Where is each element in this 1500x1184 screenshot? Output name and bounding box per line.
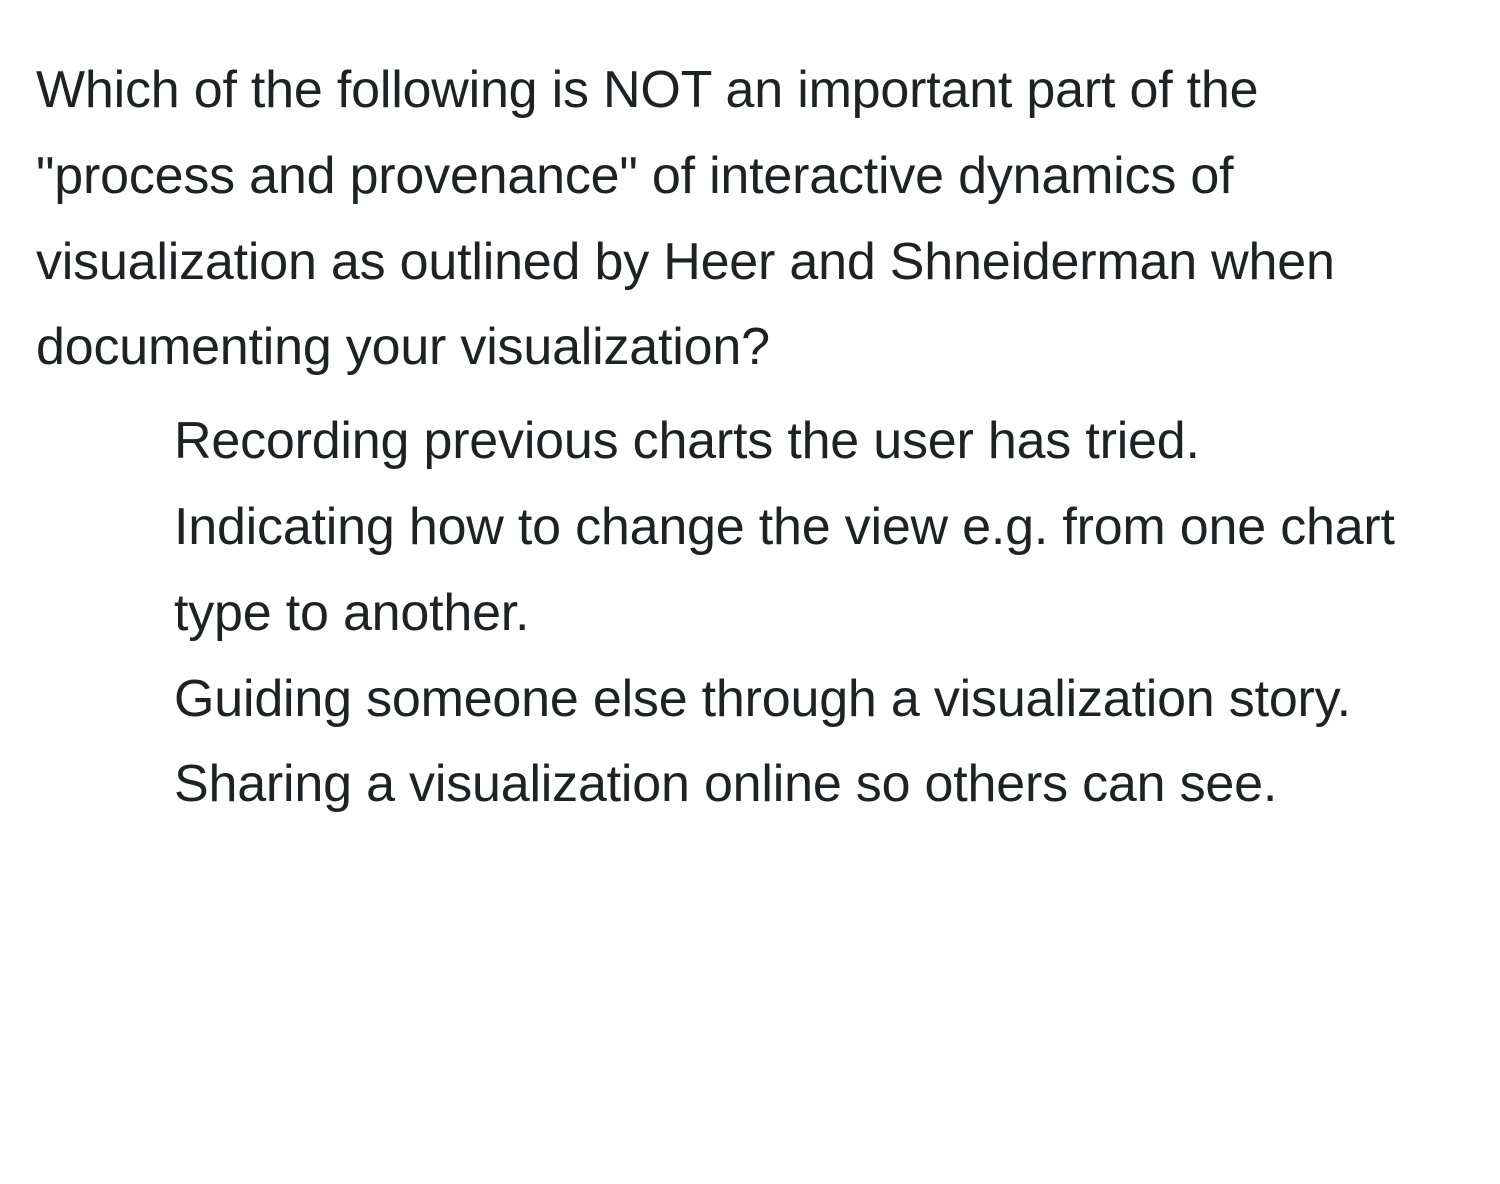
option-a[interactable]: Recording previous charts the user has t… [174,399,1464,485]
option-d[interactable]: Sharing a visualization online so others… [174,742,1464,828]
option-b[interactable]: Indicating how to change the view e.g. f… [174,485,1464,657]
question-stem: Which of the following is NOT an importa… [36,48,1464,391]
question-page: Which of the following is NOT an importa… [0,0,1500,828]
options-list: Recording previous charts the user has t… [36,399,1464,828]
option-c[interactable]: Guiding someone else through a visualiza… [174,657,1464,743]
